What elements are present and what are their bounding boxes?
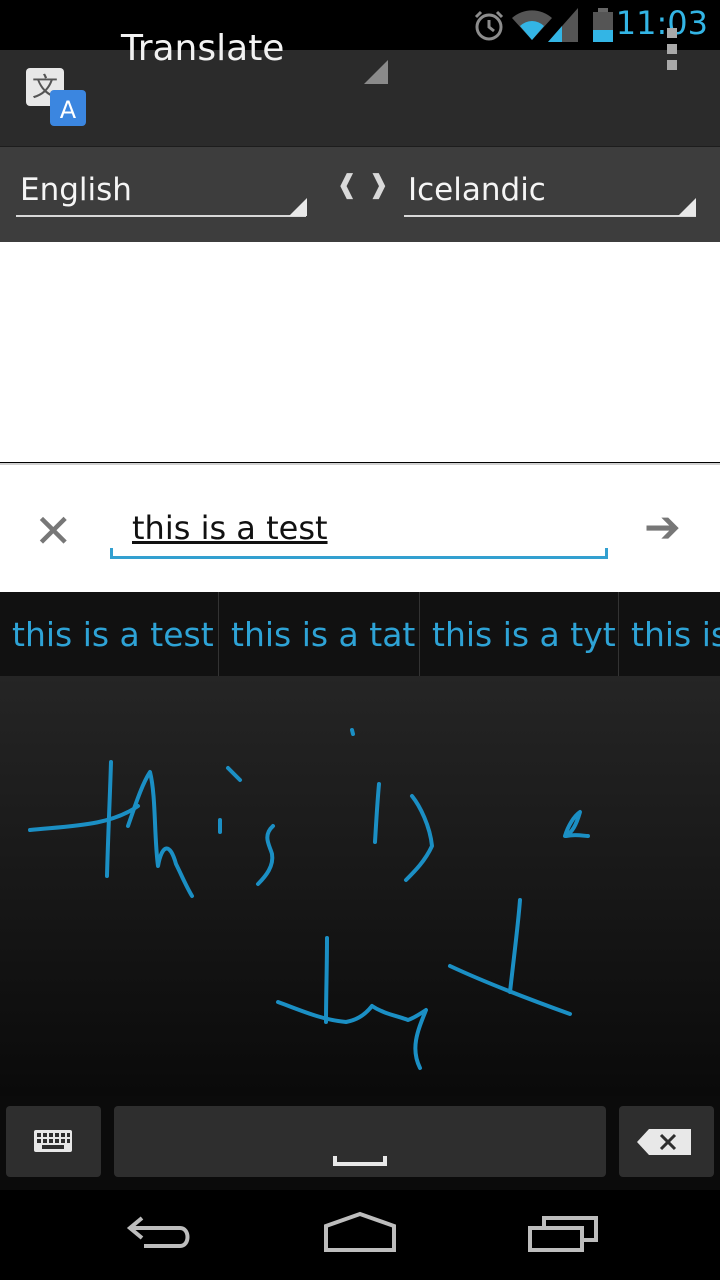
source-text-input[interactable] <box>112 500 628 556</box>
arrow-right-icon[interactable]: ➔ <box>644 506 681 550</box>
target-spinner-underline <box>404 215 696 217</box>
backspace-icon <box>637 1129 691 1155</box>
source-spinner-underline <box>16 215 306 217</box>
status-clock: 11:03 <box>615 4 708 42</box>
app-title[interactable]: Translate <box>121 28 284 69</box>
delete-key[interactable] <box>619 1106 714 1177</box>
swap-languages-icon[interactable]: ❰❱ <box>336 170 400 200</box>
suggestion-item[interactable]: this is a tyt <box>432 592 616 676</box>
input-underline-tick-left <box>110 548 113 558</box>
suggestion-strip: this is a test this is a tat this is a t… <box>0 592 720 676</box>
suggestion-item[interactable]: this is a test <box>631 592 720 676</box>
overflow-menu-icon[interactable] <box>666 28 678 70</box>
suggestion-item[interactable]: this is a tat <box>231 592 415 676</box>
home-icon[interactable] <box>322 1208 398 1256</box>
action-bar <box>0 50 720 148</box>
space-icon <box>333 1156 387 1166</box>
target-dropdown-indicator <box>678 198 696 216</box>
source-dropdown-indicator <box>289 198 307 216</box>
source-language-spinner[interactable]: English <box>20 172 132 208</box>
back-icon[interactable] <box>124 1208 196 1256</box>
alarm-icon <box>474 10 504 41</box>
input-underline-tick-right <box>605 548 608 558</box>
suggestion-item[interactable]: this is a test <box>12 592 214 676</box>
clear-icon[interactable]: ✕ <box>34 508 73 554</box>
recent-apps-icon[interactable] <box>526 1208 600 1256</box>
suggestion-divider <box>218 592 219 676</box>
target-language-spinner[interactable]: Icelandic <box>408 172 546 208</box>
signal-icon <box>548 8 578 42</box>
wifi-icon <box>512 10 552 40</box>
handwriting-strokes <box>28 728 590 1070</box>
translate-app-icon[interactable]: 文 A <box>26 68 88 128</box>
space-key[interactable] <box>114 1106 606 1177</box>
handwriting-pad[interactable] <box>0 676 720 1096</box>
suggestion-divider <box>618 592 619 676</box>
status-bar: 11:03 <box>0 0 720 50</box>
suggestion-divider <box>419 592 420 676</box>
keyboard-icon <box>34 1130 72 1152</box>
translation-result-area <box>0 242 720 462</box>
svg-text:A: A <box>60 96 77 124</box>
input-underline <box>110 556 608 559</box>
switch-keyboard-key[interactable] <box>6 1106 101 1177</box>
battery-icon <box>593 8 613 42</box>
title-dropdown-indicator <box>364 60 388 84</box>
